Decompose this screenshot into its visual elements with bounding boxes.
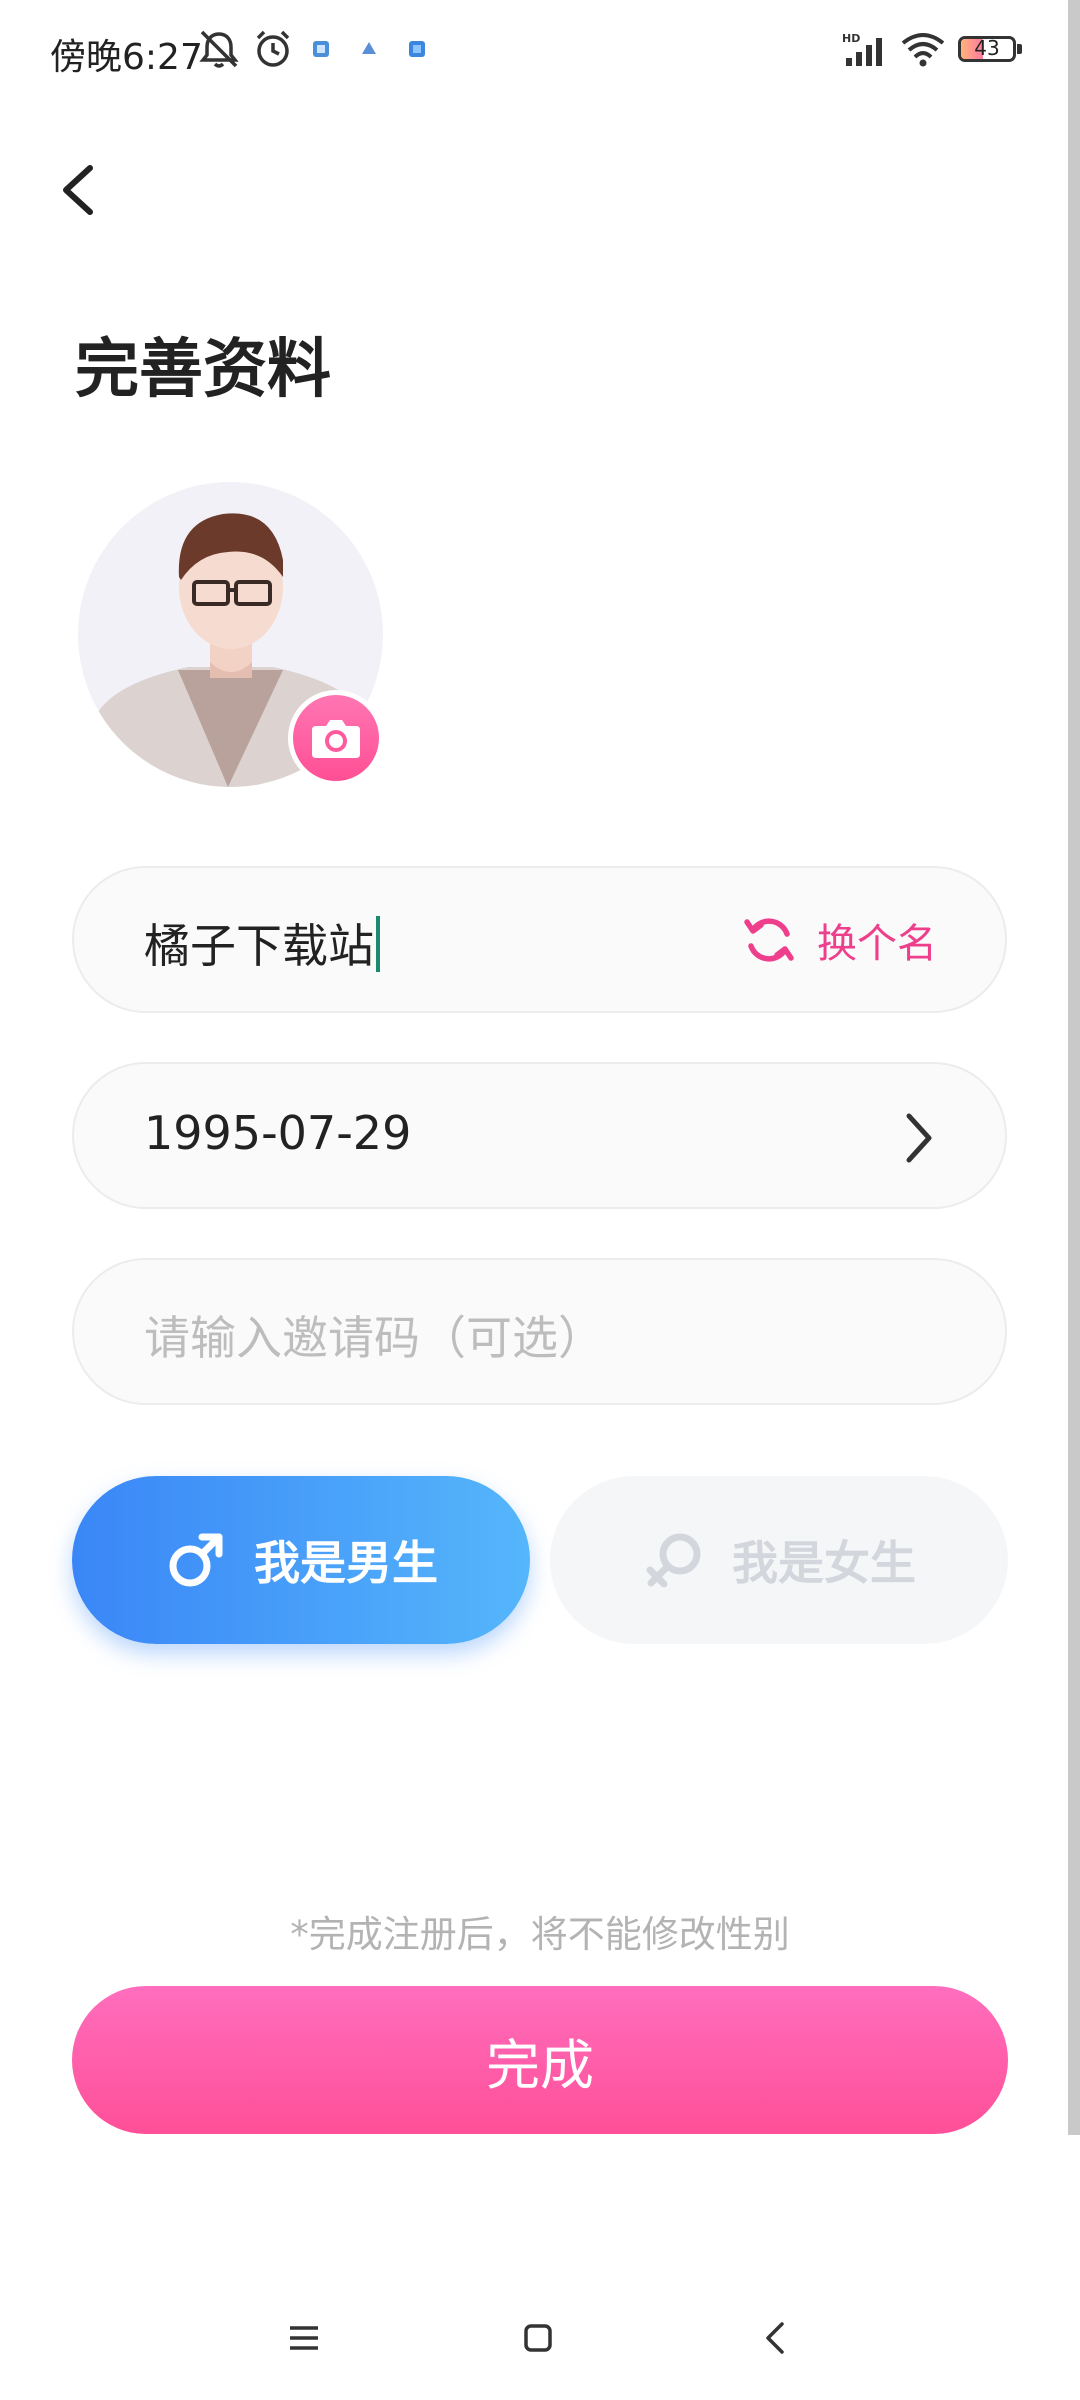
male-symbol-icon [169,1533,223,1587]
gender-notice: *完成注册后，将不能修改性别 [290,1913,790,1956]
app-notification-icon [313,41,329,57]
home-icon[interactable] [518,2318,558,2358]
birthday-field[interactable]: 1995-07-29 [72,1062,1007,1209]
signal-hd-icon: HD [842,32,882,66]
text-caret [376,916,380,972]
submit-label: 完成 [486,2033,594,2097]
nickname-value: 橘子下载站 [144,919,374,973]
camera-icon [312,720,360,758]
chevron-left-icon [63,165,93,215]
invite-code-input[interactable]: 请输入邀请码（可选） [72,1258,1007,1405]
change-avatar-button[interactable] [288,690,384,786]
birthday-value: 1995-07-29 [144,1106,412,1160]
status-time: 傍晚6:27 [50,37,203,78]
female-symbol-icon [646,1533,701,1588]
page-title: 完善资料 [75,333,331,407]
chevron-right-icon [906,1113,932,1163]
app-notification-icon [362,42,376,54]
alarm-icon [256,30,290,67]
rename-button[interactable]: 换个名 [741,908,937,972]
app-notification-icon [409,41,425,57]
menu-icon[interactable] [284,2318,324,2358]
battery-icon: 43 [958,36,1016,62]
mute-icon [199,30,239,68]
gender-male-label: 我是男生 [254,1536,438,1590]
status-bar: 傍晚6:27 HD 43 [0,0,1068,100]
gender-female-button[interactable]: 我是女生 [550,1476,1008,1644]
back-button[interactable] [50,150,110,230]
submit-button[interactable]: 完成 [72,1986,1008,2134]
rename-label: 换个名 [817,921,937,967]
battery-level: 43 [974,36,1000,60]
back-icon[interactable] [756,2318,796,2358]
gender-female-label: 我是女生 [732,1536,916,1590]
invite-code-placeholder: 请输入邀请码（可选） [144,1311,604,1365]
wifi-icon [901,33,945,67]
gender-male-button[interactable]: 我是男生 [72,1476,530,1644]
scrollbar[interactable] [1068,0,1080,2135]
refresh-icon [744,918,794,962]
svg-text:HD: HD [842,32,860,45]
nickname-field[interactable]: 橘子下载站 换个名 [72,866,1007,1013]
